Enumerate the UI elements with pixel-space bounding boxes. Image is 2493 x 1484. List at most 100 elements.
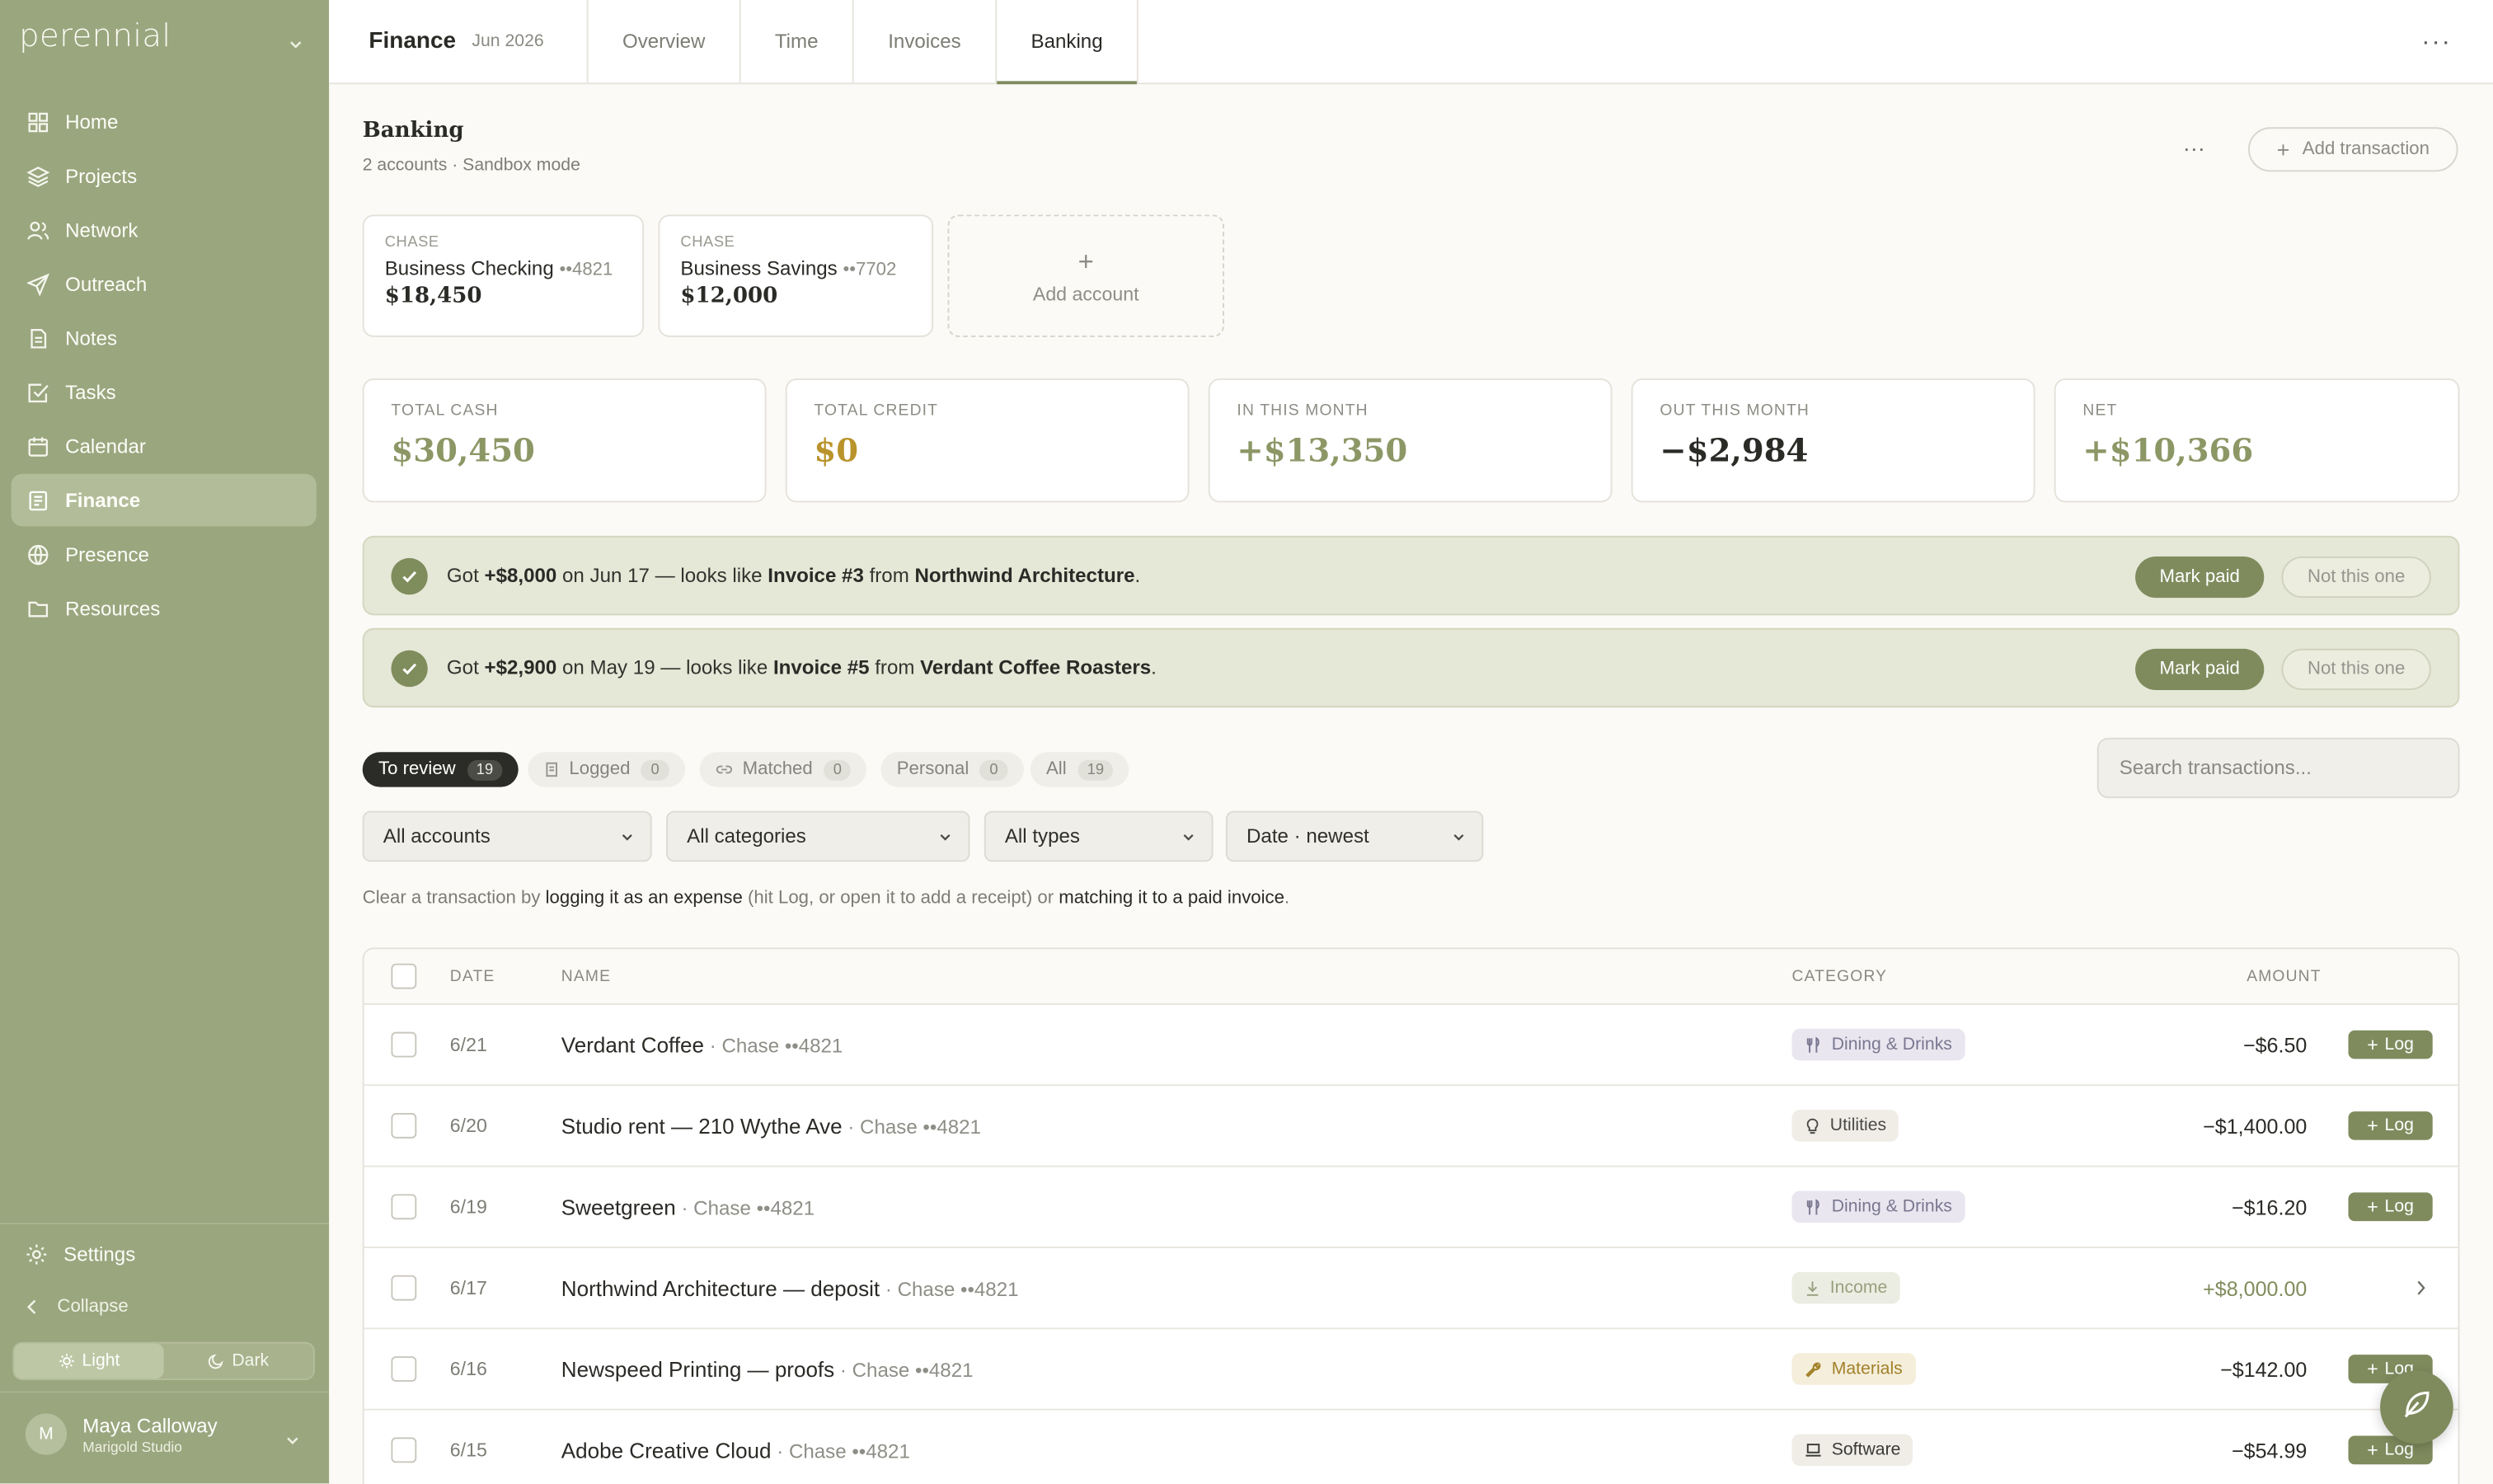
category-label: Utilities xyxy=(1829,1115,1887,1135)
category-badge[interactable]: Dining & Drinks xyxy=(1791,1190,1965,1223)
row-checkbox[interactable] xyxy=(391,1356,417,1382)
more-options-icon[interactable]: ··· xyxy=(2421,29,2452,58)
row-checkbox[interactable] xyxy=(391,1031,417,1058)
mark-paid-button[interactable]: Mark paid xyxy=(2135,648,2265,690)
table-row[interactable]: 6/21 Verdant Coffee · Chase ••4821 Dinin… xyxy=(364,1005,2458,1087)
sidebar: perennial Home Projects Network Outreach xyxy=(0,0,330,1484)
brand-logo[interactable]: perennial xyxy=(19,16,171,54)
user-chevron-icon[interactable] xyxy=(284,1428,300,1457)
stat-value: +$13,350 xyxy=(1237,430,1408,469)
log-button[interactable]: + Log xyxy=(2348,1111,2433,1140)
account-mask: ••7702 xyxy=(843,261,897,280)
add-account-button[interactable]: + Add account xyxy=(947,214,1224,337)
search-input[interactable]: Search transactions... xyxy=(2096,737,2460,799)
sidebar-item-network[interactable]: Network xyxy=(11,204,316,256)
globe-icon xyxy=(26,542,49,566)
log-button[interactable]: + Log xyxy=(2348,1030,2433,1059)
page-title: Banking xyxy=(362,117,464,143)
filter-all[interactable]: All 19 xyxy=(1030,752,1129,787)
collapse-button[interactable]: Collapse xyxy=(26,1298,129,1317)
theme-light-button[interactable]: Light xyxy=(14,1343,164,1379)
section-header: Finance Jun 2026 xyxy=(329,0,589,83)
tab-overview[interactable]: Overview xyxy=(589,0,741,83)
sidebar-item-resources[interactable]: Resources xyxy=(11,582,316,635)
row-checkbox[interactable] xyxy=(391,1275,417,1301)
column-header-date[interactable]: DATE xyxy=(450,968,495,985)
sidebar-item-tasks[interactable]: Tasks xyxy=(11,366,316,419)
categories-select[interactable]: All categories xyxy=(666,810,970,862)
check-circle-icon xyxy=(391,556,428,594)
row-date: 6/15 xyxy=(449,1439,487,1462)
tab-banking[interactable]: Banking xyxy=(997,0,1139,85)
wrench-icon xyxy=(1805,1360,1822,1378)
types-select[interactable]: All types xyxy=(984,810,1214,862)
not-this-one-button[interactable]: Not this one xyxy=(2281,648,2431,690)
account-bank: CHASE xyxy=(680,233,735,251)
column-header-amount[interactable]: AMOUNT xyxy=(2247,968,2322,985)
accounts-select[interactable]: All accounts xyxy=(362,810,652,862)
chevron-right-icon[interactable] xyxy=(2415,1280,2426,1295)
chevron-down-icon xyxy=(1452,830,1466,844)
sidebar-item-presence[interactable]: Presence xyxy=(11,528,316,580)
plus-icon: + xyxy=(1077,246,1094,277)
account-card[interactable]: CHASE Business Savings ••7702 $12,000 xyxy=(658,214,934,337)
add-transaction-button[interactable]: + Add transaction xyxy=(2247,127,2458,172)
log-label: Log xyxy=(2384,1197,2414,1217)
mark-paid-button[interactable]: Mark paid xyxy=(2135,556,2265,599)
hint-text: Clear a transaction by xyxy=(362,889,546,909)
table-row[interactable]: 6/16 Newspeed Printing — proofs · Chase … xyxy=(364,1329,2458,1411)
log-button[interactable]: + Log xyxy=(2348,1192,2433,1222)
category-badge[interactable]: Dining & Drinks xyxy=(1791,1028,1965,1061)
assistant-leaf-button[interactable] xyxy=(2380,1370,2453,1444)
select-all-checkbox[interactable] xyxy=(391,963,417,989)
settings-button[interactable]: Settings xyxy=(26,1243,135,1266)
row-account: · Chase ••4821 xyxy=(834,1358,974,1381)
sidebar-item-finance[interactable]: Finance xyxy=(11,473,317,527)
tab-time[interactable]: Time xyxy=(741,0,854,83)
filter-logged[interactable]: Logged 0 xyxy=(528,752,685,787)
sort-select[interactable]: Date · newest xyxy=(1225,810,1484,862)
stat-label: TOTAL CREDIT xyxy=(814,402,939,420)
log-label: Log xyxy=(2384,1035,2414,1054)
category-badge[interactable]: Materials xyxy=(1791,1353,1916,1385)
avatar: M xyxy=(25,1413,67,1455)
table-row[interactable]: 6/15 Adobe Creative Cloud · Chase ••4821… xyxy=(364,1411,2458,1484)
sidebar-item-home[interactable]: Home xyxy=(11,96,316,148)
category-badge[interactable]: Income xyxy=(1791,1271,1900,1304)
laptop-icon xyxy=(1805,1442,1822,1458)
table-row[interactable]: 6/20 Studio rent — 210 Wythe Ave · Chase… xyxy=(364,1086,2458,1167)
row-checkbox[interactable] xyxy=(391,1112,417,1139)
user-menu[interactable]: M Maya Calloway Marigold Studio xyxy=(25,1413,218,1455)
account-name-line: Business Checking ••4821 xyxy=(385,257,622,279)
sun-icon xyxy=(59,1353,74,1369)
sidebar-item-label: Finance xyxy=(65,489,141,512)
tab-invoices[interactable]: Invoices xyxy=(854,0,998,83)
send-icon xyxy=(26,272,49,296)
row-checkbox[interactable] xyxy=(391,1437,417,1463)
msg-text: Got xyxy=(446,656,485,679)
row-checkbox[interactable] xyxy=(391,1194,417,1220)
filter-to-review[interactable]: To review 19 xyxy=(362,752,519,787)
period-label[interactable]: Jun 2026 xyxy=(472,32,543,51)
not-this-one-button[interactable]: Not this one xyxy=(2281,556,2431,599)
category-badge[interactable]: Utilities xyxy=(1791,1110,1899,1142)
sidebar-item-calendar[interactable]: Calendar xyxy=(11,420,316,472)
filter-personal[interactable]: Personal 0 xyxy=(880,752,1024,787)
sidebar-item-projects[interactable]: Projects xyxy=(11,149,316,202)
column-header-name[interactable]: NAME xyxy=(561,968,611,985)
workspace-chevron-icon[interactable] xyxy=(288,32,303,61)
filter-matched[interactable]: Matched 0 xyxy=(699,752,867,787)
account-card[interactable]: CHASE Business Checking ••4821 $18,450 xyxy=(362,214,645,337)
category-badge[interactable]: Software xyxy=(1791,1434,1913,1467)
page-more-icon[interactable]: ··· xyxy=(2183,135,2205,161)
sidebar-item-outreach[interactable]: Outreach xyxy=(11,257,316,310)
fork-knife-icon xyxy=(1805,1036,1822,1053)
theme-dark-button[interactable]: Dark xyxy=(164,1344,313,1378)
column-header-category[interactable]: CATEGORY xyxy=(1791,968,1887,985)
hint-emphasis: logging it as an expense xyxy=(545,889,743,909)
table-row[interactable]: 6/19 Sweetgreen · Chase ••4821 Dining & … xyxy=(364,1167,2458,1248)
table-row[interactable]: 6/17 Northwind Architecture — deposit · … xyxy=(364,1248,2458,1330)
sidebar-item-notes[interactable]: Notes xyxy=(11,312,316,364)
sidebar-item-label: Tasks xyxy=(65,380,116,403)
match-suggestion-banner: Got +$8,000 on Jun 17 — looks like Invoi… xyxy=(362,535,2460,616)
